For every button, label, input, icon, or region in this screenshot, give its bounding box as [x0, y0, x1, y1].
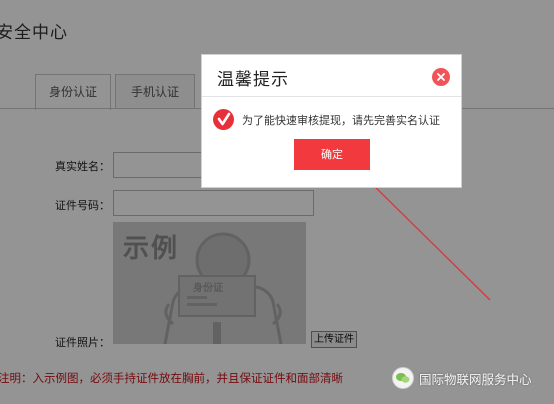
dialog-divider	[202, 96, 461, 97]
dialog-title: 温馨提示	[217, 70, 289, 90]
watermark-text: 国际物联网服务中心	[419, 371, 532, 387]
close-icon[interactable]	[432, 68, 450, 86]
dialog-message: 为了能快速审核提现，请先完善实名认证	[242, 114, 440, 127]
notice-dialog: 温馨提示 为了能快速审核提现，请先完善实名认证 确定	[201, 54, 462, 188]
watermark: 国际物联网服务中心	[392, 364, 532, 392]
check-icon	[213, 109, 234, 130]
confirm-button[interactable]: 确定	[294, 139, 370, 170]
wechat-logo-icon	[392, 367, 414, 389]
